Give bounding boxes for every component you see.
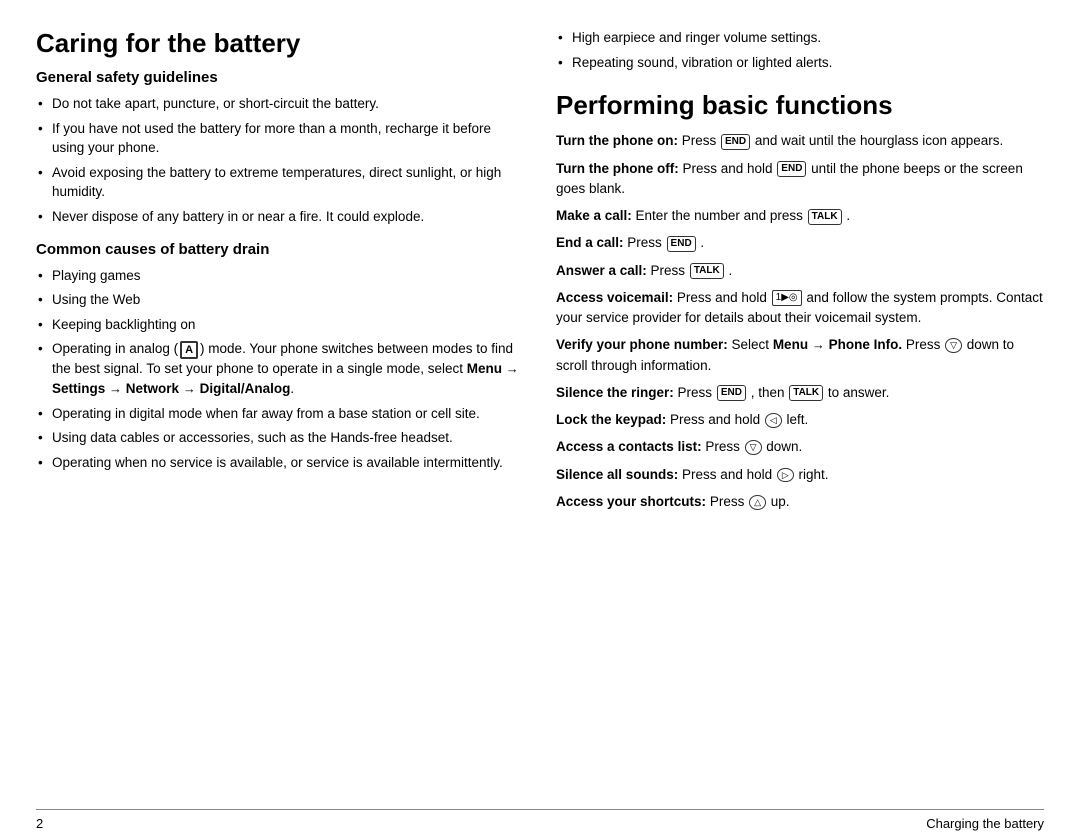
page-footer: 2 Charging the battery: [0, 810, 1080, 839]
talk-icon: TALK: [789, 385, 823, 401]
func-make-call: Make a call: Enter the number and press …: [556, 206, 1044, 226]
talk-icon: TALK: [808, 209, 842, 225]
func-answer-call: Answer a call: Press TALK .: [556, 261, 1044, 281]
list-item: Playing games: [36, 266, 524, 286]
talk-icon: TALK: [690, 263, 724, 279]
section1-list: Do not take apart, puncture, or short-ci…: [36, 94, 524, 226]
list-item: Using the Web: [36, 290, 524, 310]
func-end-call: End a call: Press END .: [556, 233, 1044, 253]
list-item: Operating in digital mode when far away …: [36, 404, 524, 424]
right-title: Performing basic functions: [556, 90, 1044, 121]
func-turn-off: Turn the phone off: Press and hold END u…: [556, 159, 1044, 200]
func-silence-sounds: Silence all sounds: Press and hold ▷ rig…: [556, 465, 1044, 485]
func-voicemail: Access voicemail: Press and hold 1▶◎ and…: [556, 288, 1044, 329]
analog-icon: A: [180, 341, 198, 359]
list-item: High earpiece and ringer volume settings…: [556, 28, 1044, 48]
end-icon: END: [717, 385, 746, 401]
func-turn-on: Turn the phone on: Press END and wait un…: [556, 131, 1044, 151]
list-item: Operating when no service is available, …: [36, 453, 524, 473]
list-item: Do not take apart, puncture, or short-ci…: [36, 94, 524, 114]
nav-icon: ▽: [945, 338, 962, 353]
func-verify-number: Verify your phone number: Select Menu → …: [556, 335, 1044, 376]
end-icon: END: [721, 134, 750, 150]
func-contacts: Access a contacts list: Press ▽ down.: [556, 437, 1044, 457]
func-shortcuts: Access your shortcuts: Press △ up.: [556, 492, 1044, 512]
list-item: If you have not used the battery for mor…: [36, 119, 524, 158]
nav-icon: ▽: [745, 440, 762, 455]
end-icon: END: [777, 161, 806, 177]
nav-icon: ▷: [777, 468, 794, 483]
nav-icon: ◁: [765, 413, 782, 428]
vm-icon: 1▶◎: [772, 290, 802, 306]
section1-heading: General safety guidelines: [36, 69, 524, 86]
func-silence-ringer: Silence the ringer: Press END , then TAL…: [556, 383, 1044, 403]
list-item: Operating in analog (A) mode. Your phone…: [36, 339, 524, 398]
section2-heading: Common causes of battery drain: [36, 241, 524, 258]
list-item: Using data cables or accessories, such a…: [36, 428, 524, 448]
list-item: Keeping backlighting on: [36, 315, 524, 335]
page-number: 2: [36, 816, 43, 831]
list-item: Avoid exposing the battery to extreme te…: [36, 163, 524, 202]
right-column: High earpiece and ringer volume settings…: [556, 28, 1044, 789]
nav-icon: △: [749, 495, 766, 510]
left-title: Caring for the battery: [36, 28, 524, 59]
func-lock-keypad: Lock the keypad: Press and hold ◁ left.: [556, 410, 1044, 430]
list-item: Repeating sound, vibration or lighted al…: [556, 53, 1044, 73]
footer-section: Charging the battery: [926, 816, 1044, 831]
section2-list: Playing games Using the Web Keeping back…: [36, 266, 524, 473]
right-bullets: High earpiece and ringer volume settings…: [556, 28, 1044, 72]
left-column: Caring for the battery General safety gu…: [36, 28, 524, 789]
list-item: Never dispose of any battery in or near …: [36, 207, 524, 227]
end-icon: END: [667, 236, 696, 252]
